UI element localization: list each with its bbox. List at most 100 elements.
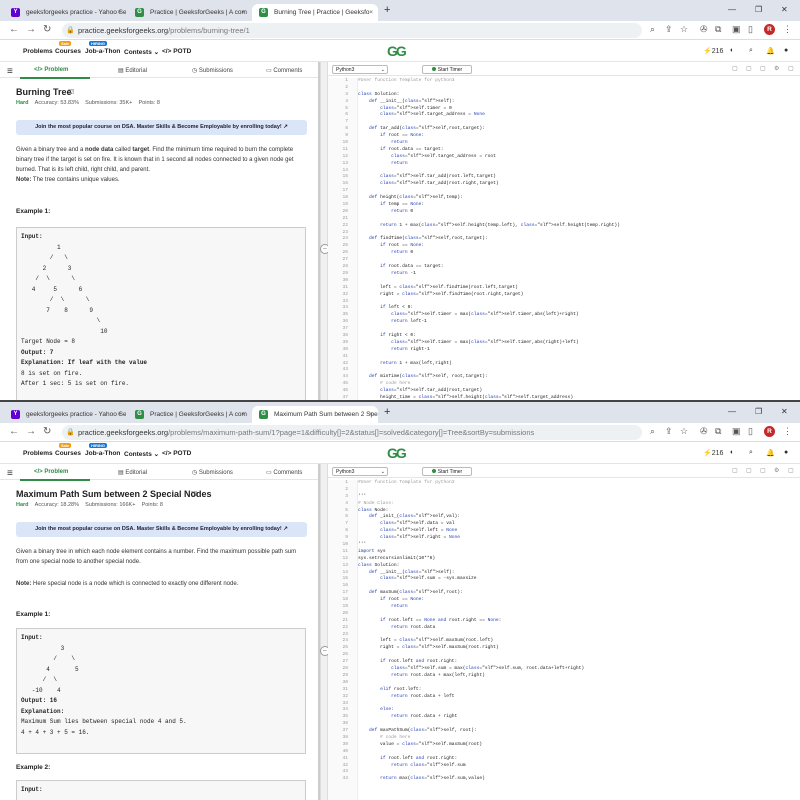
code-line[interactable]: 39 value = class="slf">self.maxSum(root) (328, 742, 800, 749)
close-window-icon[interactable]: ✕ (781, 407, 788, 416)
theme-toggle-icon[interactable]: ◐ (730, 449, 734, 456)
code-line[interactable]: 28 class="slf">self.sum = max(class="slf… (328, 666, 800, 673)
start-timer-button[interactable]: Start Timer (422, 65, 472, 74)
code-line[interactable]: 33 (328, 701, 800, 708)
settings-icon[interactable]: ▢ (746, 467, 752, 474)
code-line[interactable]: 41 (328, 354, 800, 361)
extensions-puzzle-icon[interactable]: ⧉ (715, 426, 721, 437)
maximize-icon[interactable]: ❐ (755, 407, 762, 416)
nav-contests[interactable]: Contests ⌄ (124, 48, 159, 56)
code-line[interactable]: 22 return root.data (328, 625, 800, 632)
close-tab-icon[interactable]: × (241, 406, 245, 423)
code-line[interactable]: 42 return class="slf">self.sum (328, 763, 800, 770)
code-line[interactable]: 2 (328, 85, 800, 92)
reset-icon[interactable]: ▢ (732, 65, 738, 72)
code-line[interactable]: 6 class="slf">self.target_address = None (328, 112, 800, 119)
code-line[interactable]: 21 (328, 216, 800, 223)
course-banner[interactable]: Join the most popular course on DSA. Mas… (16, 522, 307, 537)
code-line[interactable]: 41 if root.left and root.right: (328, 756, 800, 763)
browser-tab-active[interactable]: G Maximum Path Sum between 2 Spe × (252, 406, 378, 423)
code-line[interactable]: 4 # Node Class: (328, 501, 800, 508)
code-line[interactable]: 18 def height(class="slf">self,temp): (328, 195, 800, 202)
extension-icon[interactable]: ✇ (700, 426, 708, 437)
code-line[interactable]: 27 if root.left and root.right: (328, 659, 800, 666)
share-icon[interactable]: ⇪ (665, 24, 673, 35)
gear-icon[interactable]: ⚙ (774, 467, 779, 474)
browser-menu-icon[interactable]: ⋮ (783, 24, 792, 35)
profile-avatar[interactable]: R (764, 24, 775, 35)
browser-tab-active[interactable]: G Burning Tree | Practice | Geeksfo × (252, 4, 378, 21)
language-select[interactable]: Python3 ⌄ (332, 65, 388, 74)
code-line[interactable]: 42 return 1 + max(left,right) (328, 361, 800, 368)
code-line[interactable]: 28 if root.data == target: (328, 264, 800, 271)
code-line[interactable]: 18 if root == None: (328, 597, 800, 604)
nav-contests[interactable]: Contests ⌄ (124, 450, 159, 458)
code-line[interactable]: 32 right = class="slf">self.findTime(roo… (328, 292, 800, 299)
extension-icon[interactable]: ✇ (700, 24, 708, 35)
search-icon[interactable]: ⌕ (650, 426, 655, 437)
share-icon[interactable]: ⇪ (665, 426, 673, 437)
profile-avatar[interactable]: R (764, 426, 775, 437)
code-line[interactable]: 1 #User function Template for python3 (328, 480, 800, 487)
code-line[interactable]: 15 class="slf">self.sum = -sys.maxsize (328, 576, 800, 583)
reload-icon[interactable]: ↻ (43, 24, 51, 35)
tab-comments[interactable]: ▭ Comments (266, 469, 302, 476)
code-line[interactable]: 10 return (328, 140, 800, 147)
code-line[interactable]: 10 ''' (328, 542, 800, 549)
user-icon[interactable]: ● (784, 47, 788, 54)
notification-bell-icon[interactable]: 🔔 (766, 449, 775, 457)
settings-icon[interactable]: ▢ (746, 65, 752, 72)
nav-problems[interactable]: Problems (23, 450, 53, 457)
code-line[interactable]: 19 if temp == None: (328, 202, 800, 209)
start-timer-button[interactable]: Start Timer (422, 467, 472, 476)
code-line[interactable]: 3 class Solution: (328, 92, 800, 99)
nav-jobathon[interactable]: HIRING Job-a-Thon (85, 41, 120, 55)
code-line[interactable]: 3 ''' (328, 494, 800, 501)
code-line[interactable]: 31 left = class="slf">self.findTime(root… (328, 285, 800, 292)
code-line[interactable]: 40 (328, 749, 800, 756)
tab-editorial[interactable]: ▤ Editorial (118, 67, 147, 74)
tab-search-icon[interactable]: ▣ (732, 426, 741, 437)
url-input[interactable]: 🔒 practice.geeksforgeeks.org/problems/bur… (62, 23, 642, 38)
user-icon[interactable]: ● (784, 449, 788, 456)
search-icon[interactable]: ⌕ (650, 24, 655, 35)
new-tab-icon[interactable]: + (384, 4, 390, 16)
code-line[interactable]: 13 class Solution: (328, 563, 800, 570)
close-tab-icon[interactable]: × (241, 4, 245, 21)
code-line[interactable]: 29 return root.data + max(left,right) (328, 673, 800, 680)
fullscreen-icon[interactable]: ▢ (760, 467, 766, 474)
code-line[interactable]: 38 # code here (328, 735, 800, 742)
maximize-icon[interactable]: ❐ (755, 5, 762, 14)
code-line[interactable]: 31 elif root.left: (328, 687, 800, 694)
code-line[interactable]: 29 return -1 (328, 271, 800, 278)
code-line[interactable]: 36 return left-1 (328, 319, 800, 326)
site-search-icon[interactable]: ⌕ (749, 449, 753, 457)
close-tab-icon[interactable]: × (369, 406, 373, 423)
course-banner[interactable]: Join the most popular course on DSA. Mas… (16, 120, 307, 135)
browser-menu-icon[interactable]: ⋮ (783, 426, 792, 437)
tab-submissions[interactable]: ◷ Submissions (192, 67, 233, 74)
close-tab-icon[interactable]: × (117, 406, 121, 423)
code-line[interactable]: 25 right = class="slf">self.maxSum(root.… (328, 645, 800, 652)
reset-icon[interactable]: ▢ (732, 467, 738, 474)
site-search-icon[interactable]: ⌕ (749, 47, 753, 55)
code-line[interactable]: 20 return 0 (328, 209, 800, 216)
code-line[interactable]: 47 height_time = class="slf">self.height… (328, 395, 800, 400)
code-line[interactable]: 1 #User function Template for python3 (328, 78, 800, 85)
code-line[interactable]: 27 (328, 257, 800, 264)
code-lines[interactable]: 1 #User function Template for python3 2 3 cl… (328, 78, 800, 400)
code-line[interactable]: 26 return 0 (328, 250, 800, 257)
notification-bell-icon[interactable]: 🔔 (766, 47, 775, 55)
code-line[interactable]: 9 if root == None: (328, 133, 800, 140)
back-icon[interactable]: ← (9, 426, 19, 437)
tab-comments[interactable]: ▭ Comments (266, 67, 302, 74)
code-line[interactable]: 9 class="slf">self.right = None (328, 535, 800, 542)
gear-icon[interactable]: ⚙ (774, 65, 779, 72)
code-line[interactable]: 30 (328, 680, 800, 687)
forward-icon[interactable]: → (26, 426, 36, 437)
code-line[interactable]: 30 (328, 278, 800, 285)
minimize-icon[interactable]: — (728, 5, 736, 14)
forward-icon[interactable]: → (26, 24, 36, 35)
code-line[interactable]: 37 (328, 326, 800, 333)
code-lines[interactable]: 1 #User function Template for python3 2 3 ''… (328, 480, 800, 783)
